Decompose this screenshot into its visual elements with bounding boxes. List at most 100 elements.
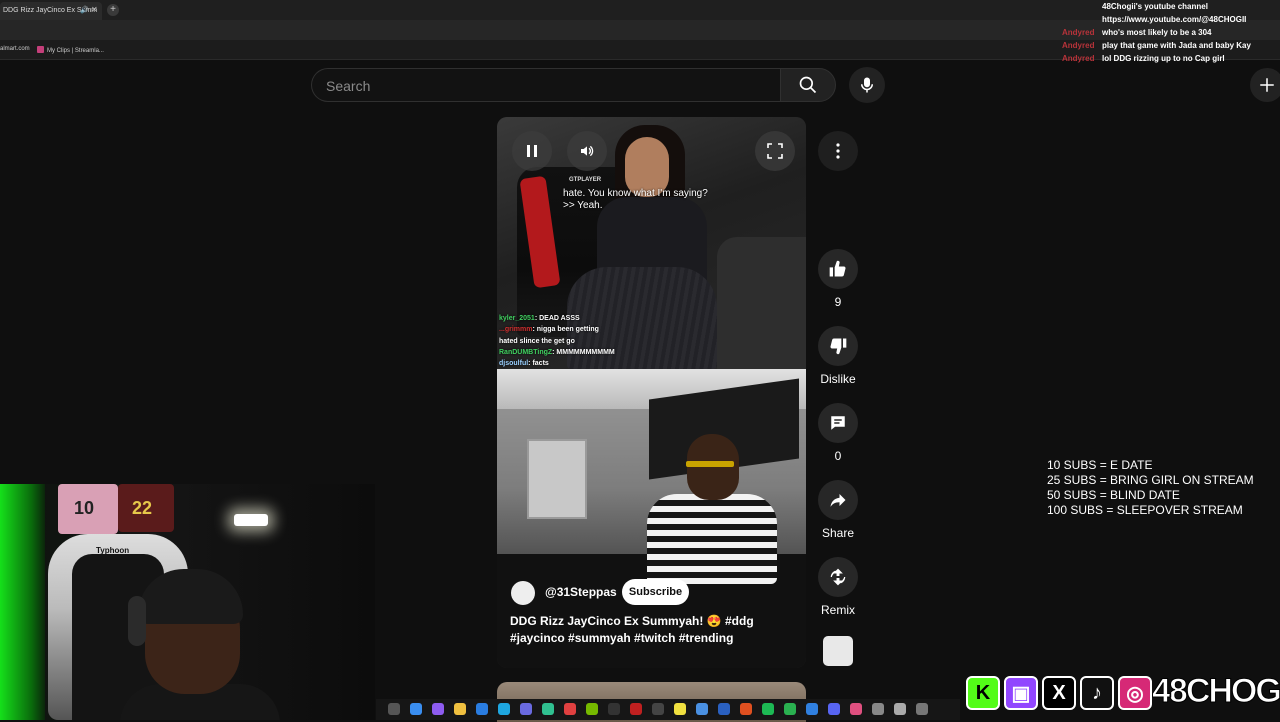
share-button[interactable] — [818, 480, 858, 520]
mail-icon[interactable] — [476, 703, 488, 715]
remix-label: Remix — [820, 603, 855, 617]
close-icon[interactable]: ✕ — [91, 5, 98, 14]
sub-goal: 10 SUBS = E DATE — [1047, 458, 1153, 472]
stream-chat-line: djsoulful: facts — [499, 360, 549, 367]
search-input[interactable] — [326, 77, 766, 95]
channel-name[interactable]: @31Steppas — [545, 585, 617, 599]
x-icon: X — [1042, 676, 1076, 710]
streamer-handle: 48CHOGII — [1152, 672, 1280, 711]
app-icon[interactable] — [674, 703, 686, 715]
comment-icon — [831, 416, 845, 430]
thumbs-up-icon — [829, 260, 846, 277]
volume-button[interactable] — [567, 131, 607, 171]
kick-icon: K — [966, 676, 1000, 710]
taskview-icon[interactable] — [388, 703, 400, 715]
edge-icon[interactable] — [410, 703, 422, 715]
subscribe-button[interactable]: Subscribe — [622, 579, 689, 605]
app-icon[interactable] — [608, 703, 620, 715]
comments-button[interactable] — [818, 403, 858, 443]
stream-chat-line: RanDUMBTingZ: MMMMMMMMMM — [499, 349, 615, 356]
nvidia-icon[interactable] — [586, 703, 598, 715]
dislike-label: Dislike — [820, 372, 856, 386]
video-title[interactable]: DDG Rizz JayCinco Ex Summyah! 😍 #ddg #ja… — [510, 613, 800, 647]
green-led-light — [0, 484, 45, 720]
sound-avatar[interactable] — [823, 636, 853, 666]
overlay-chat-line: https://www.youtube.com/@48CHOGII — [1102, 15, 1247, 24]
stream-chat-line: hated slince the get go — [499, 338, 575, 345]
jersey-number: 22 — [132, 498, 153, 518]
pause-button[interactable] — [512, 131, 552, 171]
sub-goal: 50 SUBS = BLIND DATE — [1047, 488, 1180, 502]
person-head — [687, 434, 739, 500]
jersey-number: 10 — [74, 498, 95, 518]
settings-icon[interactable] — [916, 703, 928, 715]
new-tab-button[interactable]: + — [107, 4, 119, 16]
lamp — [234, 514, 268, 526]
search-box — [311, 68, 780, 102]
browser-tab[interactable]: DDG Rizz JayCinco Ex Summ 🔊 ✕ — [0, 2, 102, 20]
streamladder-icon — [37, 46, 44, 53]
app-icon[interactable] — [432, 703, 444, 715]
more-options-button[interactable] — [818, 131, 858, 171]
create-button[interactable] — [1250, 68, 1280, 102]
spotify-icon[interactable] — [762, 703, 774, 715]
stream-chat-line: ...grimmm: nigga been getting — [499, 326, 599, 333]
stream-overlay-chat: 48Chogii's youtube channel https://www.y… — [1060, 0, 1280, 65]
video-top-frame: GTPLAYER hate. You know what I'm saying?… — [497, 117, 806, 369]
app-icon[interactable] — [806, 703, 818, 715]
bookmark-item[interactable]: My Clips | Streamla... — [37, 46, 104, 54]
app-icon[interactable] — [542, 703, 554, 715]
teams-icon[interactable] — [520, 703, 532, 715]
sunglasses — [686, 461, 734, 467]
search-icon — [799, 76, 817, 94]
overlay-chat-line: Andyred lol DDG rizzing up to no Cap girl — [1062, 54, 1225, 63]
more-vertical-icon — [836, 143, 840, 159]
sub-goal: 25 SUBS = BRING GIRL ON STREAM — [1047, 473, 1254, 487]
remix-icon — [830, 568, 846, 586]
chair-brand-text: GTPLAYER — [569, 177, 602, 183]
shorts-video-player[interactable]: GTPLAYER hate. You know what I'm saying?… — [497, 117, 806, 668]
sub-goal: 100 SUBS = SLEEPOVER STREAM — [1047, 503, 1243, 517]
app-icon[interactable] — [894, 703, 906, 715]
voice-search-button[interactable] — [849, 67, 885, 103]
app-icon[interactable] — [718, 703, 730, 715]
share-icon — [830, 494, 846, 507]
headset — [128, 596, 146, 646]
window — [527, 439, 587, 519]
dislike-action: Dislike — [818, 326, 858, 386]
pause-icon — [527, 145, 537, 157]
browser-icon[interactable] — [498, 703, 510, 715]
channel-avatar[interactable] — [511, 581, 535, 605]
bed — [717, 237, 806, 369]
video-caption: hate. You know what I'm saying? >> Yeah. — [563, 188, 708, 211]
volume-icon — [581, 145, 594, 157]
chrome-icon[interactable] — [564, 703, 576, 715]
app-icon[interactable] — [850, 703, 862, 715]
share-action: Share — [818, 480, 858, 540]
overlay-chat-line: 48Chogii's youtube channel — [1102, 2, 1208, 11]
fullscreen-button[interactable] — [755, 131, 795, 171]
folder-icon[interactable] — [454, 703, 466, 715]
stream-chat-line: kyler_2051: DEAD ASSS — [499, 315, 580, 322]
comment-count: 0 — [834, 449, 842, 463]
like-count: 9 — [834, 295, 842, 309]
bookmark-item[interactable]: almart.com — [0, 46, 30, 52]
app-icon[interactable] — [872, 703, 884, 715]
dislike-button[interactable] — [818, 326, 858, 366]
tiktok-icon: ♪ — [1080, 676, 1114, 710]
speaker-icon[interactable]: 🔊 — [80, 6, 89, 14]
comments-action: 0 — [818, 403, 858, 463]
remix-button[interactable] — [818, 557, 858, 597]
wall-jersey: 22 — [118, 484, 174, 532]
os-taskbar — [376, 699, 960, 720]
microphone-icon — [861, 77, 873, 93]
like-button[interactable] — [818, 249, 858, 289]
overlay-chat-line: Andyred who's most likely to be a 304 — [1062, 28, 1212, 37]
search-button[interactable] — [780, 68, 836, 102]
chrome-icon[interactable] — [696, 703, 708, 715]
app-icon[interactable] — [630, 703, 642, 715]
app-icon[interactable] — [652, 703, 664, 715]
app-icon[interactable] — [784, 703, 796, 715]
discord-icon[interactable] — [828, 703, 840, 715]
brave-icon[interactable] — [740, 703, 752, 715]
